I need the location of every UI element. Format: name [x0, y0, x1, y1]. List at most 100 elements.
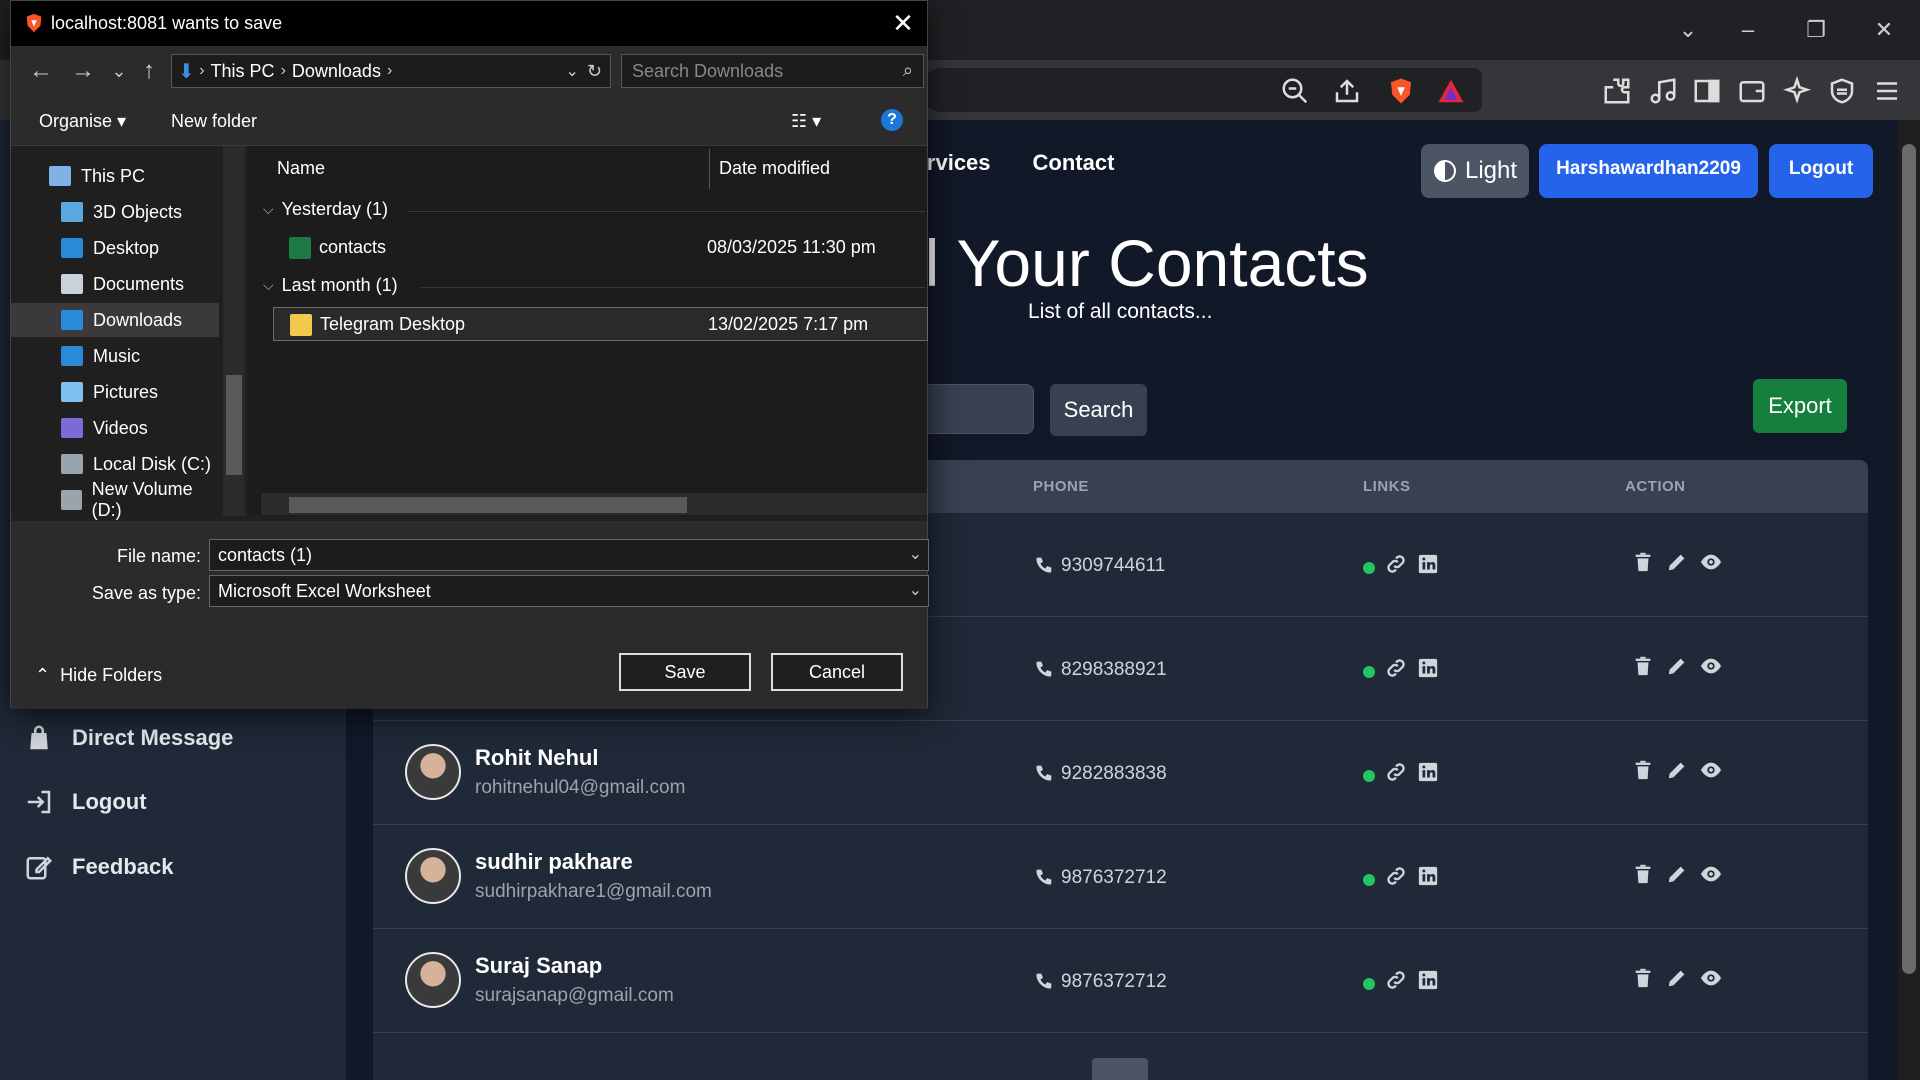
- link-icon[interactable]: [1385, 657, 1407, 679]
- linkedin-icon[interactable]: [1417, 657, 1439, 679]
- back-icon[interactable]: ←: [27, 57, 55, 85]
- trash-icon[interactable]: [1632, 655, 1654, 677]
- trash-icon[interactable]: [1632, 759, 1654, 781]
- restore-icon[interactable]: ❐: [1796, 12, 1836, 48]
- search-button[interactable]: Search: [1050, 384, 1147, 436]
- contact-links: [1363, 657, 1439, 679]
- nav-contact[interactable]: Contact: [1033, 150, 1115, 176]
- leo-ai-icon[interactable]: [1782, 75, 1812, 106]
- link-icon[interactable]: [1385, 553, 1407, 575]
- close-window-icon[interactable]: ✕: [1864, 12, 1904, 48]
- zoom-out-icon[interactable]: [1280, 76, 1310, 106]
- minimize-icon[interactable]: –: [1728, 12, 1768, 48]
- export-button[interactable]: Export: [1753, 379, 1847, 433]
- theme-toggle-button[interactable]: Light: [1421, 144, 1529, 198]
- nav-item-desktop[interactable]: Desktop: [11, 231, 219, 265]
- user-button[interactable]: Harshawardhan2209: [1539, 144, 1758, 198]
- nav-pane-scroll-thumb[interactable]: [226, 375, 242, 475]
- hide-folders-button[interactable]: ⌃ Hide Folders: [35, 665, 162, 686]
- view-options-icon[interactable]: ☷ ▾: [791, 111, 821, 132]
- brave-rewards-icon[interactable]: [1436, 76, 1466, 106]
- save-type-select[interactable]: Microsoft Excel Worksheet ⌄: [209, 575, 929, 607]
- logout-button[interactable]: Logout: [1769, 144, 1873, 198]
- breadcrumb-downloads[interactable]: Downloads: [292, 61, 381, 82]
- file-group-header[interactable]: ⌵ Last month (1): [263, 275, 398, 296]
- chevron-down-icon[interactable]: ⌄: [909, 544, 922, 564]
- breadcrumb-this-pc[interactable]: This PC: [211, 61, 275, 82]
- nav-item-new-volume-d[interactable]: New Volume (D:): [11, 479, 219, 520]
- file-name-field[interactable]: contacts (1) ⌄: [209, 539, 929, 571]
- breadcrumb[interactable]: ⬇ › This PC › Downloads › ⌄ ↻: [171, 54, 611, 88]
- nav-item-local-disk-c[interactable]: Local Disk (C:): [11, 447, 219, 481]
- contact-phone: 9282883838: [1033, 763, 1167, 785]
- organise-button[interactable]: Organise ▾: [39, 111, 126, 132]
- trash-icon[interactable]: [1632, 863, 1654, 885]
- nav-item-this-pc[interactable]: This PC: [11, 159, 219, 193]
- link-icon[interactable]: [1385, 761, 1407, 783]
- column-header-date[interactable]: Date modified: [719, 158, 830, 179]
- edit-icon[interactable]: [1666, 863, 1688, 885]
- nav-item-videos[interactable]: Videos: [11, 411, 219, 445]
- trash-icon[interactable]: [1632, 967, 1654, 989]
- chevron-down-icon[interactable]: ⌄: [909, 580, 922, 600]
- chevron-down-icon[interactable]: ⌄: [566, 61, 579, 81]
- edit-icon[interactable]: [1666, 655, 1688, 677]
- sidebar-item-direct-message[interactable]: Direct Message: [24, 718, 233, 758]
- file-group-label: Yesterday (1): [281, 199, 389, 219]
- up-icon[interactable]: ↑: [135, 57, 163, 85]
- tab-list-icon[interactable]: ⌄: [1668, 12, 1708, 48]
- column-header-name[interactable]: Name: [277, 158, 325, 179]
- page-scroll-thumb[interactable]: [1902, 144, 1916, 974]
- new-folder-button[interactable]: New folder: [171, 111, 257, 132]
- eye-icon[interactable]: [1700, 967, 1722, 989]
- share-icon[interactable]: [1332, 76, 1362, 106]
- pagination[interactable]: [1092, 1058, 1148, 1080]
- linkedin-icon[interactable]: [1417, 865, 1439, 887]
- trash-icon[interactable]: [1632, 551, 1654, 573]
- nav-item-label: Videos: [93, 417, 148, 438]
- help-button[interactable]: ?: [881, 109, 903, 131]
- search-downloads-input[interactable]: Search Downloads ⌕: [621, 54, 924, 88]
- edit-icon[interactable]: [1666, 967, 1688, 989]
- file-row[interactable]: Telegram Desktop 13/02/2025 7:17 pm: [273, 307, 928, 341]
- menu-icon[interactable]: [1872, 76, 1902, 106]
- linkedin-icon[interactable]: [1417, 969, 1439, 991]
- file-row[interactable]: contacts 08/03/2025 11:30 pm: [273, 231, 928, 265]
- save-button[interactable]: Save: [619, 653, 751, 691]
- sidebar-item-feedback[interactable]: Feedback: [24, 847, 174, 887]
- refresh-icon[interactable]: ↻: [587, 61, 602, 82]
- status-dot: [1363, 666, 1375, 678]
- media-icon[interactable]: [1648, 76, 1678, 106]
- nav-item-3d-objects[interactable]: 3D Objects: [11, 195, 219, 229]
- edit-icon[interactable]: [1666, 759, 1688, 781]
- file-group-header[interactable]: ⌵ Yesterday (1): [263, 199, 388, 220]
- recent-locations-icon[interactable]: ⌄: [105, 57, 133, 85]
- eye-icon[interactable]: [1700, 759, 1722, 781]
- brave-shields-icon[interactable]: [1386, 76, 1416, 106]
- linkedin-icon[interactable]: [1417, 553, 1439, 575]
- nav-item-downloads[interactable]: Downloads: [11, 303, 219, 337]
- eye-icon[interactable]: [1700, 551, 1722, 573]
- wallet-icon[interactable]: [1737, 76, 1767, 106]
- column-divider[interactable]: [709, 149, 710, 189]
- nav-item-pictures[interactable]: Pictures: [11, 375, 219, 409]
- sidebar-toggle-icon[interactable]: [1692, 76, 1722, 106]
- edit-icon[interactable]: [1666, 551, 1688, 573]
- eye-icon[interactable]: [1700, 863, 1722, 885]
- eye-icon[interactable]: [1700, 655, 1722, 677]
- nav-item-documents[interactable]: Documents: [11, 267, 219, 301]
- link-icon[interactable]: [1385, 969, 1407, 991]
- linkedin-icon[interactable]: [1417, 761, 1439, 783]
- close-icon[interactable]: ✕: [889, 9, 917, 37]
- sidebar-item-label: Feedback: [72, 854, 174, 879]
- sidebar-item-logout[interactable]: Logout: [24, 782, 147, 822]
- link-icon[interactable]: [1385, 865, 1407, 887]
- nav-item-music[interactable]: Music: [11, 339, 219, 373]
- cancel-button[interactable]: Cancel: [771, 653, 903, 691]
- forward-icon[interactable]: →: [69, 57, 97, 85]
- file-list-scroll-thumb[interactable]: [289, 497, 687, 513]
- vpn-icon[interactable]: [1827, 76, 1857, 106]
- contrast-icon: [1433, 160, 1456, 182]
- brave-icon: [26, 13, 42, 33]
- extensions-icon[interactable]: [1602, 76, 1632, 106]
